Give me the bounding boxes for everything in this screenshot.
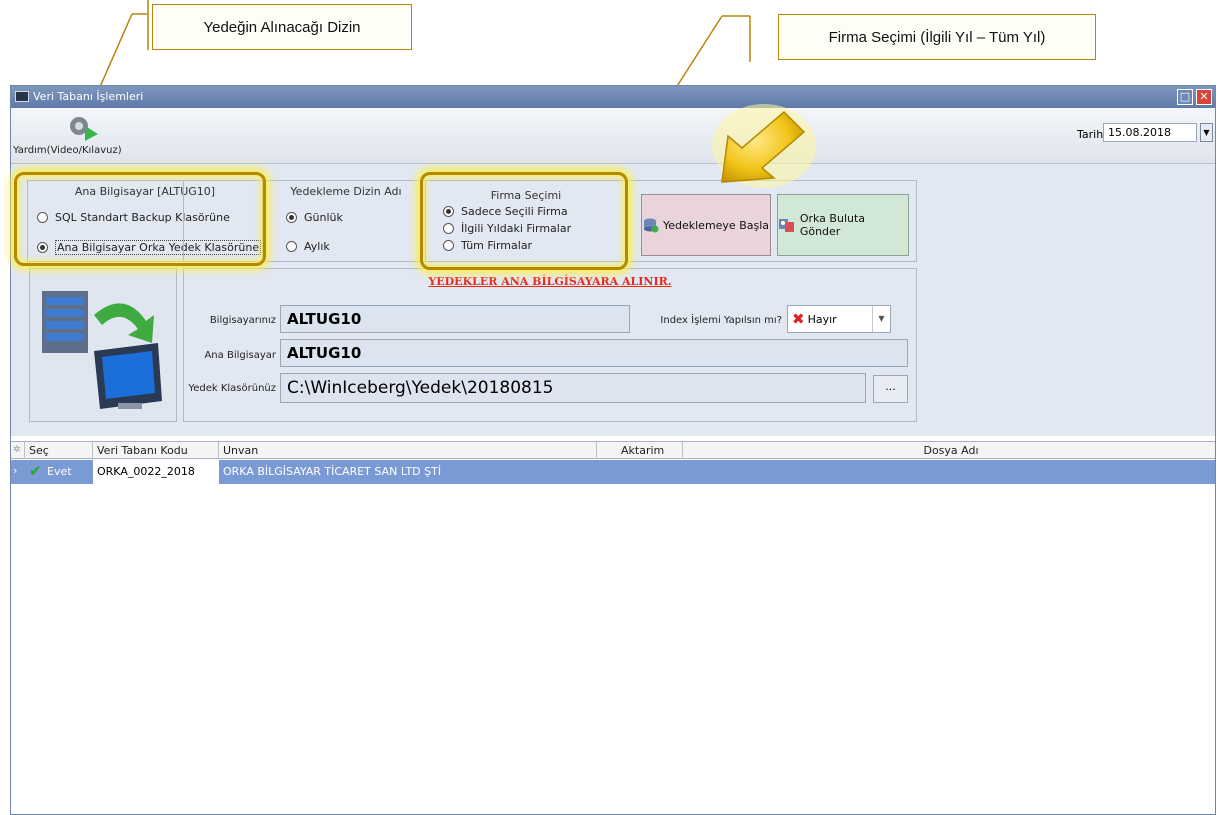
date-picker[interactable]: 15.08.2018 — [1103, 123, 1197, 142]
grid-body — [11, 484, 1215, 814]
computer-backup-icon — [42, 291, 162, 409]
host-value: ALTUG10 — [287, 344, 362, 362]
folder-field: C:\WinIceberg\Yedek\20180815 — [280, 373, 866, 403]
column-unvan[interactable]: Unvan — [219, 442, 597, 459]
close-icon[interactable]: ✕ — [1196, 89, 1212, 105]
date-label: Tarih — [1077, 128, 1104, 141]
radio-circle — [37, 212, 48, 223]
chevron-down-icon: ▼ — [872, 306, 890, 332]
start-backup-button[interactable]: Yedeklemeye Başla — [641, 194, 771, 256]
radio-circle — [37, 242, 48, 253]
database-operations-window: Veri Tabanı İşlemleri □ ✕ Yardım(Video/K… — [10, 85, 1216, 815]
index-value: Hayır — [807, 312, 837, 326]
info-banner: YEDEKLER ANA BİLGİSAYARA ALINIR. — [428, 275, 672, 288]
sec-cell: Evet — [47, 465, 72, 478]
column-sec[interactable]: Seç — [25, 442, 93, 459]
computer-value: ALTUG10 — [287, 310, 362, 328]
red-x-icon: ✖ — [792, 310, 805, 328]
column-aktarim[interactable]: Aktarim — [597, 442, 683, 459]
column-dosya-adi[interactable]: Dosya Adı — [683, 442, 1215, 459]
folder-value: C:\WinIceberg\Yedek\20180815 — [287, 378, 554, 398]
computer-label: Bilgisayarınız — [209, 315, 276, 326]
pointer-arrow-icon — [712, 104, 816, 188]
computer-field: ALTUG10 — [280, 305, 630, 333]
video-help-icon — [70, 117, 98, 141]
illustration-panel — [29, 268, 177, 422]
start-backup-label: Yedeklemeye Başla — [662, 218, 770, 232]
restore-icon[interactable]: □ — [1177, 89, 1193, 105]
folder-label: Yedek Klasörünüz — [188, 383, 276, 394]
browse-button[interactable]: ... — [873, 375, 908, 403]
unvan-cell: ORKA BİLGİSAYAR TİCARET SAN LTD ŞTİ — [223, 465, 442, 478]
info-panel: YEDEKLER ANA BİLGİSAYARA ALINIR. Bilgisa… — [183, 268, 917, 422]
grid-header: ✲ Seç Veri Tabanı Kodu Unvan Aktarim Dos… — [11, 441, 1215, 459]
content-area: Ana Bilgisayar [ALTUG10] SQL Standart Ba… — [11, 164, 1215, 436]
toolbar: Yardım(Video/Kılavuz) Tarih 15.08.2018 ▼ — [11, 108, 1215, 164]
date-value: 15.08.2018 — [1108, 126, 1171, 139]
row-pointer-icon: › — [13, 464, 18, 477]
row-indicator-header: ✲ — [11, 442, 25, 459]
help-label: Yardım(Video/Kılavuz) — [13, 145, 122, 156]
checkmark-icon: ✔ — [29, 462, 42, 480]
database-backup-icon — [643, 218, 659, 233]
index-label: Index İşlemi Yapılsın mı? — [660, 315, 782, 326]
table-row[interactable]: › ✔ Evet ORKA_0022_2018 ORKA BİLGİSAYAR … — [11, 460, 1215, 484]
host-label: Ana Bilgisayar — [204, 350, 276, 361]
window-title: Veri Tabanı İşlemleri — [33, 90, 144, 103]
column-veri-tabani-kodu[interactable]: Veri Tabanı Kodu — [93, 442, 219, 459]
kod-cell: ORKA_0022_2018 — [93, 460, 219, 484]
send-to-cloud-button[interactable]: Orka Buluta Gönder — [777, 194, 909, 256]
app-icon — [15, 91, 29, 102]
title-bar: Veri Tabanı İşlemleri □ ✕ — [11, 86, 1215, 108]
cloud-send-icon — [779, 219, 794, 232]
send-to-cloud-label: Orka Buluta Gönder — [799, 212, 866, 238]
date-dropdown-button[interactable]: ▼ — [1200, 123, 1213, 142]
index-dropdown[interactable]: ✖ Hayır ▼ — [787, 305, 891, 333]
host-field: ALTUG10 — [280, 339, 908, 367]
help-button[interactable]: Yardım(Video/Kılavuz) — [13, 112, 153, 162]
